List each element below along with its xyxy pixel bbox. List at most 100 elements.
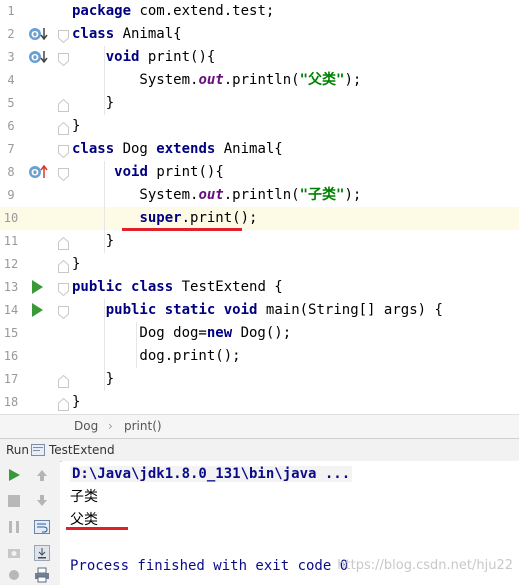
code-text: }	[72, 368, 114, 391]
scroll-down-icon[interactable]	[32, 491, 52, 511]
settings-icon[interactable]	[4, 565, 24, 585]
code-text: }	[72, 230, 114, 253]
annotation-underline-super-call	[122, 228, 242, 231]
fold-marker-icon[interactable]	[58, 258, 69, 273]
scroll-up-icon[interactable]	[32, 465, 52, 485]
print-icon[interactable]	[32, 565, 52, 585]
code-text: package com.extend.test;	[72, 0, 274, 23]
overridden-method-icon[interactable]: O	[28, 26, 48, 42]
line-number: 7	[7, 142, 15, 156]
svg-text:O: O	[31, 54, 39, 64]
code-text: }	[72, 253, 80, 276]
code-line[interactable]: 10 super.print();	[0, 207, 519, 230]
pause-icon[interactable]	[4, 517, 24, 537]
fold-marker-icon[interactable]	[58, 304, 69, 320]
code-line[interactable]: 18}	[0, 391, 519, 414]
code-token: static	[164, 302, 224, 318]
fold-marker-icon[interactable]	[58, 51, 69, 67]
breadcrumb-item-dog[interactable]: Dog	[74, 419, 98, 433]
code-token: void	[105, 49, 148, 65]
fold-marker-icon[interactable]	[58, 235, 69, 250]
soft-wrap-icon[interactable]	[32, 517, 52, 537]
code-token: main(String[] args) {	[265, 302, 443, 318]
line-number: 2	[7, 27, 15, 41]
code-line[interactable]: 16 dog.print();	[0, 345, 519, 368]
camera-icon[interactable]	[4, 543, 24, 563]
fold-marker-icon[interactable]	[58, 143, 69, 159]
code-text: public class TestExtend {	[72, 276, 283, 299]
code-token: super	[139, 210, 182, 226]
svg-text:O: O	[31, 169, 39, 179]
code-line[interactable]: 9 System.out.println("子类");	[0, 184, 519, 207]
code-token: com.extend.test;	[139, 3, 275, 19]
code-text: public static void main(String[] args) {	[72, 299, 443, 322]
run-config-name[interactable]: TestExtend	[49, 443, 115, 457]
fold-marker-icon[interactable]	[58, 373, 69, 388]
code-line[interactable]: 13 public class TestExtend {	[0, 276, 519, 299]
line-number: 8	[7, 165, 15, 179]
code-text: System.out.println("子类");	[72, 184, 361, 207]
overriding-method-icon[interactable]: O	[28, 164, 48, 180]
code-line[interactable]: 3 void print(){O	[0, 46, 519, 69]
code-text: void print(){	[72, 46, 216, 69]
code-text: }	[72, 92, 114, 115]
code-line[interactable]: 6}	[0, 115, 519, 138]
code-line[interactable]: 14 public static void main(String[] args…	[0, 299, 519, 322]
fold-marker-icon[interactable]	[58, 120, 69, 135]
annotation-underline-output	[66, 527, 128, 530]
line-number: 12	[3, 257, 19, 271]
code-token: "父类"	[299, 72, 345, 88]
line-number: 5	[7, 96, 15, 110]
code-line[interactable]: 2 class Animal{O	[0, 23, 519, 46]
code-line[interactable]: 15 Dog dog=new Dog();	[0, 322, 519, 345]
code-token: "子类"	[299, 187, 345, 203]
code-token: class	[131, 279, 182, 295]
code-token: extends	[156, 141, 224, 157]
code-token: }	[72, 394, 81, 410]
run-gutter-icon[interactable]	[28, 279, 48, 295]
breadcrumb-separator: ›	[108, 419, 113, 433]
line-number: 4	[7, 73, 15, 87]
line-number: 15	[3, 326, 19, 340]
code-token: }	[72, 371, 115, 387]
code-text: }	[72, 391, 80, 414]
code-line[interactable]: 7 class Dog extends Animal{	[0, 138, 519, 161]
console-command-line: D:\Java\jdk1.8.0_131\bin\java ...	[70, 466, 353, 482]
code-text: void print(){	[72, 161, 224, 184]
code-line[interactable]: 1 package com.extend.test;	[0, 0, 519, 23]
scroll-to-end-icon[interactable]	[32, 543, 52, 563]
code-line[interactable]: 5 }	[0, 92, 519, 115]
breadcrumb: Dog › print()	[0, 414, 519, 439]
code-line[interactable]: 12}	[0, 253, 519, 276]
fold-marker-icon[interactable]	[58, 97, 69, 112]
fold-marker-icon[interactable]	[58, 166, 69, 182]
code-text: dog.print();	[72, 345, 240, 368]
code-token: print(){	[147, 49, 216, 65]
rerun-icon[interactable]	[4, 465, 24, 485]
overridden-method-icon[interactable]: O	[28, 49, 48, 65]
run-gutter-icon[interactable]	[28, 302, 48, 318]
code-line[interactable]: 8 void print(){ O	[0, 161, 519, 184]
code-text: System.out.println("父类");	[72, 69, 361, 92]
run-tab-label[interactable]: Run	[6, 443, 29, 457]
code-line[interactable]: 17 }	[0, 368, 519, 391]
code-line[interactable]: 4 System.out.println("父类");	[0, 69, 519, 92]
stop-icon[interactable]	[4, 491, 24, 511]
fold-marker-icon[interactable]	[58, 28, 69, 44]
code-line[interactable]: 11 }	[0, 230, 519, 253]
breadcrumb-item-print[interactable]: print()	[124, 419, 162, 433]
fold-marker-icon[interactable]	[58, 281, 69, 297]
code-token: void	[114, 164, 157, 180]
code-editor[interactable]: 1 package com.extend.test; 2 class Animal{O…	[0, 0, 519, 414]
fold-marker-icon[interactable]	[58, 396, 69, 411]
line-number: 16	[3, 349, 19, 363]
code-token: }	[72, 233, 115, 249]
code-token: Animal{	[223, 141, 283, 157]
line-number: 1	[7, 4, 15, 18]
code-token: public	[105, 302, 165, 318]
code-token: class	[72, 141, 123, 157]
console-finish-line: Process finished with exit code 0	[70, 558, 349, 574]
code-token: out	[198, 72, 224, 88]
